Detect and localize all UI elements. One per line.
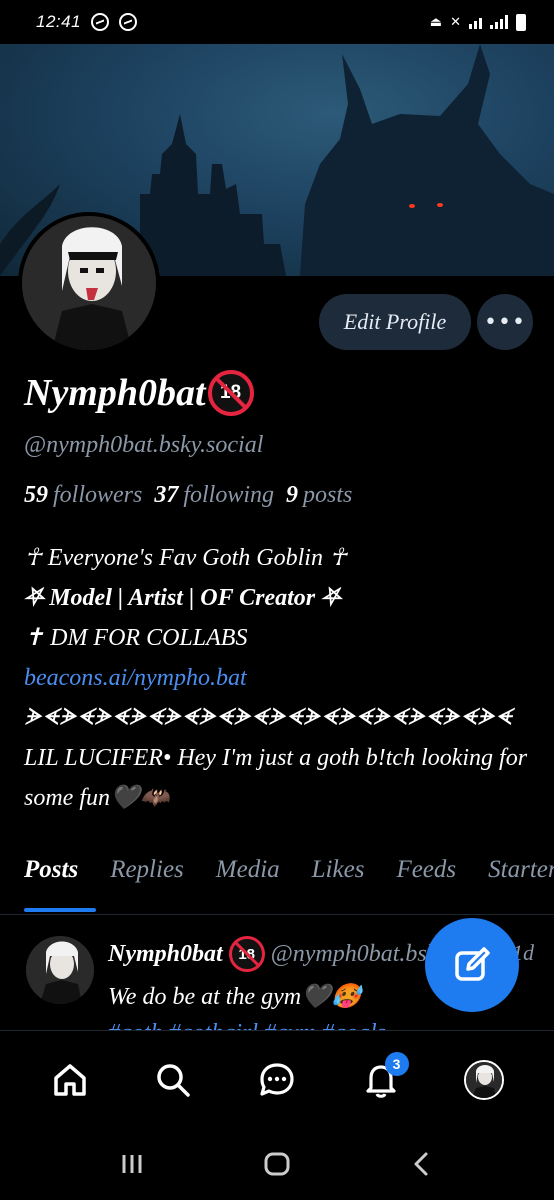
messenger-icon-2 — [119, 13, 138, 31]
following-label: following — [183, 482, 275, 508]
nav-profile[interactable] — [454, 1050, 514, 1110]
post-text: We do be at the gym🖤🥵 — [108, 984, 361, 1010]
profile-tabs: Posts Replies Media Likes Feeds Starter … — [24, 856, 554, 914]
status-bar: 12:41 ⏏ ✕ — [0, 0, 554, 44]
android-system-nav — [0, 1128, 554, 1200]
status-time: 12:41 — [36, 12, 82, 31]
posts-label: posts — [303, 482, 353, 508]
back-icon[interactable] — [407, 1149, 437, 1179]
bio-link[interactable]: beacons.ai/nympho.bat — [24, 658, 539, 698]
profile-stats: 59 followers 37 following 9 posts — [24, 482, 352, 509]
nav-notifications[interactable]: 3 — [351, 1050, 411, 1110]
followers-stat[interactable]: 59 followers — [24, 482, 142, 509]
mute-icon: ✕ — [450, 14, 461, 29]
bio-line-1: ☥ Everyone's Fav Goth Goblin ☥ — [24, 545, 347, 571]
active-tab-indicator — [24, 908, 96, 912]
following-count: 37 — [154, 482, 179, 508]
tab-replies[interactable]: Replies — [110, 856, 184, 914]
bio-separator: ᗘᗛᗘᗛᗘᗛᗘᗛᗘᗛᗘᗛᗘᗛᗘᗛᗘᗛᗘᗛᗘᗛᗘᗛᗘᗛᗘᗛ — [24, 705, 512, 731]
display-name: Nymph0bat 18 — [24, 370, 254, 416]
messenger-icon — [91, 13, 110, 31]
profile-bio: ☥ Everyone's Fav Goth Goblin ☥ ⛧ Model |… — [24, 538, 539, 818]
tab-likes[interactable]: Likes — [312, 856, 365, 914]
post-author-avatar[interactable] — [26, 936, 94, 1004]
post-author-name[interactable]: Nymph0bat — [108, 941, 223, 968]
bottom-nav: 3 — [0, 1030, 554, 1128]
wifi-icon — [469, 15, 482, 29]
following-stat[interactable]: 37 following — [154, 482, 274, 509]
recent-apps-icon[interactable] — [117, 1149, 147, 1179]
battery-icon — [516, 13, 526, 31]
home-system-icon[interactable] — [262, 1149, 292, 1179]
notification-count-badge: 3 — [384, 1051, 409, 1076]
posts-count: 9 — [286, 482, 299, 508]
followers-label: followers — [53, 482, 143, 508]
bio-line-2: ⛧ Model | Artist | OF Creator ⛧ — [24, 585, 341, 611]
tab-posts[interactable]: Posts — [24, 856, 78, 914]
tab-media[interactable]: Media — [216, 856, 280, 914]
no-under-18-icon: 18 — [207, 370, 254, 416]
nav-search[interactable] — [143, 1050, 203, 1110]
nav-home[interactable] — [40, 1050, 100, 1110]
post-hashtags[interactable]: #goth #gothgirl #gym #goals — [108, 1020, 386, 1030]
profile-avatar[interactable] — [18, 212, 160, 354]
signal-icon — [490, 15, 508, 29]
search-icon — [157, 1063, 191, 1097]
followers-count: 59 — [24, 482, 48, 508]
tab-starter-packs[interactable]: Starter Packs — [488, 856, 554, 914]
bio-line-3: ✝ DM FOR COLLABS — [24, 625, 248, 651]
nav-chat[interactable] — [247, 1050, 307, 1110]
display-name-text: Nymph0bat — [24, 372, 206, 414]
bio-line-5: LIL LUCIFER• Hey I'm just a goth b!tch l… — [24, 745, 528, 811]
edit-profile-button[interactable]: Edit Profile — [319, 294, 471, 350]
more-options-button[interactable]: ••• — [477, 294, 533, 350]
nav-profile-avatar — [464, 1059, 505, 1100]
alarm-icon: ⏏ — [429, 14, 443, 29]
chat-icon — [260, 1062, 294, 1096]
tabs-divider — [0, 914, 554, 915]
compose-button[interactable] — [425, 918, 519, 1012]
compose-icon — [455, 947, 490, 981]
home-icon — [54, 1063, 86, 1096]
status-left: 12:41 — [36, 12, 138, 32]
profile-handle[interactable]: @nymph0bat.bsky.social — [24, 432, 263, 459]
status-right: ⏏ ✕ — [429, 13, 526, 31]
tab-feeds[interactable]: Feeds — [396, 856, 456, 914]
posts-stat: 9 posts — [286, 482, 352, 509]
post-no-under-18-icon: 18 — [228, 936, 265, 972]
